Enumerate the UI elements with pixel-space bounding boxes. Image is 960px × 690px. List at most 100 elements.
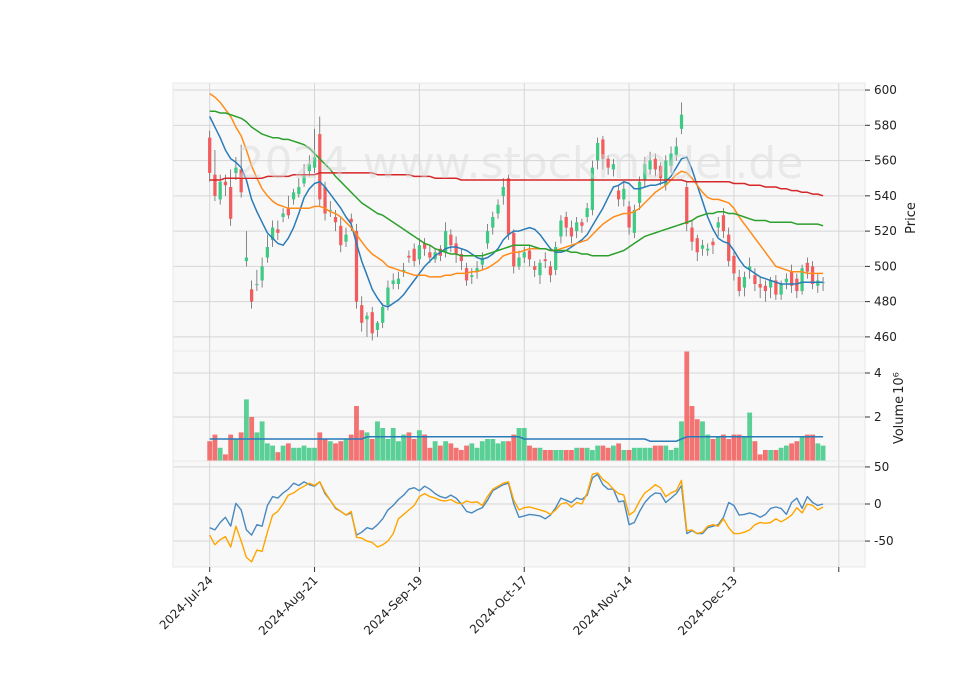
candle-up — [491, 217, 495, 228]
oscillator-y-tick-label: -50 — [874, 534, 894, 548]
volume-bar — [789, 443, 795, 461]
volume-bar — [757, 454, 763, 461]
volume-bar — [296, 447, 302, 461]
candle-down — [711, 241, 715, 246]
volume-bar — [589, 450, 595, 461]
candle-down — [569, 227, 574, 237]
volume-bar — [359, 430, 365, 461]
volume-bar — [762, 450, 768, 461]
price-y-tick-label: 520 — [874, 224, 897, 238]
volume-bar — [715, 436, 721, 461]
volume-bar — [631, 447, 637, 461]
volume-bar — [553, 450, 559, 461]
price-y-tick-label: 480 — [874, 295, 897, 309]
candle-up — [485, 231, 490, 244]
volume-bar — [731, 434, 737, 461]
candle-up — [679, 114, 684, 129]
candle-down — [464, 268, 469, 281]
volume-bar — [616, 443, 622, 461]
x-tick-label: 2024-Aug-21 — [256, 573, 321, 638]
volume-bar — [485, 439, 490, 461]
volume-bar — [810, 434, 815, 461]
candle-up — [344, 234, 348, 242]
candle-down — [276, 229, 280, 233]
volume-bar — [689, 406, 695, 461]
volume-bar — [416, 430, 422, 461]
volume-bar — [411, 439, 417, 461]
volume-bar — [705, 434, 711, 461]
candle-down — [407, 255, 411, 258]
candle-down — [758, 284, 762, 288]
candle-down — [616, 190, 621, 200]
candle-down — [721, 215, 726, 232]
candle-up — [559, 220, 563, 237]
candle-down — [543, 259, 547, 262]
volume-bar — [453, 447, 459, 461]
volume-bar — [532, 447, 538, 461]
candle-down — [627, 206, 631, 228]
volume-bar — [427, 447, 433, 461]
candle-up — [816, 280, 820, 286]
candle-down — [229, 187, 233, 219]
price-panel-background — [173, 83, 865, 351]
candle-down — [805, 262, 809, 272]
volume-bar — [443, 441, 449, 461]
candle-up — [779, 284, 783, 295]
x-tick-label: 2024-Oct-17 — [467, 573, 530, 636]
volume-bar — [584, 447, 590, 461]
volume-bar — [626, 450, 632, 461]
volume-bar — [312, 447, 317, 461]
volume-bar — [469, 443, 475, 461]
volume-bar — [401, 434, 407, 461]
candle-down — [732, 255, 736, 274]
candle-up — [265, 246, 269, 258]
candle-up — [396, 278, 401, 284]
watermark: 2024 www.stockmodel.de — [237, 138, 804, 189]
volume-bar — [322, 439, 328, 461]
volume-bar — [369, 439, 375, 461]
volume-bar — [700, 421, 705, 461]
candle-up — [218, 181, 222, 200]
volume-bar — [652, 445, 658, 461]
volume-bar — [333, 443, 338, 461]
candle-up — [386, 287, 390, 306]
candle-down — [695, 238, 699, 253]
candle-up — [496, 204, 500, 214]
volume-bar — [768, 450, 774, 461]
candle-up — [784, 278, 788, 283]
candle-down — [250, 289, 254, 302]
volume-bar — [264, 443, 270, 461]
candle-up — [706, 248, 710, 251]
volume-bar — [259, 421, 265, 461]
price-axis-label: Price — [904, 202, 919, 234]
volume-bar — [490, 439, 496, 461]
volume-bar — [673, 447, 679, 461]
volume-bar — [610, 445, 616, 461]
x-tick-label: 2024-Dec-13 — [675, 573, 740, 638]
volume-bar — [207, 441, 213, 461]
volume-bar — [270, 445, 276, 461]
candle-up — [700, 245, 705, 249]
candle-up — [381, 306, 385, 323]
candle-down — [428, 252, 432, 258]
price-y-tick-label: 600 — [874, 83, 897, 97]
candle-down — [454, 243, 458, 255]
volume-axis-label: Volume — [892, 396, 907, 444]
candle-up — [260, 266, 264, 281]
volume-bar — [668, 450, 674, 461]
candle-down — [449, 234, 453, 246]
volume-bar — [217, 447, 223, 461]
candle-down — [580, 222, 584, 226]
price-y-tick-label: 540 — [874, 189, 897, 203]
volume-bar — [600, 445, 606, 461]
volume-bar — [511, 434, 517, 461]
x-tick-label: 2024-Jul-24 — [157, 573, 216, 632]
volume-bar — [679, 421, 684, 461]
price-y-tick-label: 500 — [874, 259, 897, 273]
candle-down — [685, 187, 689, 225]
volume-bar — [422, 434, 428, 461]
candle-up — [255, 284, 259, 285]
candle-down — [512, 232, 516, 267]
candle-down — [564, 217, 568, 228]
volume-bar — [542, 450, 548, 461]
